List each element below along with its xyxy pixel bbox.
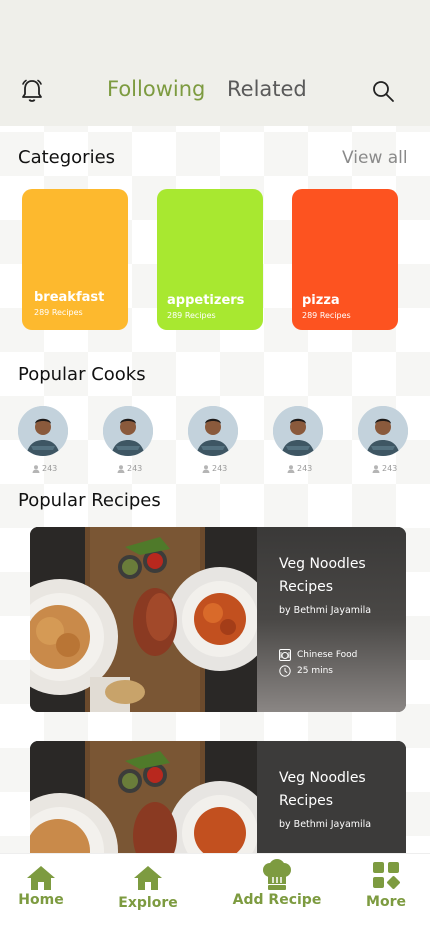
- bell-icon[interactable]: [20, 78, 44, 104]
- recipe-info-panel: Veg Noodles Recipes by Bethmi Jayamila C…: [257, 527, 406, 712]
- home-icon: [134, 866, 162, 890]
- popular-cooks-title: Popular Cooks: [18, 364, 146, 385]
- recipe-photo: [30, 527, 257, 712]
- category-name: appetizers: [167, 293, 245, 308]
- cook-avatar-item[interactable]: 243: [18, 406, 68, 473]
- recipe-photo: [30, 741, 257, 853]
- avatar: [358, 406, 408, 456]
- cook-follower-count-value: 243: [382, 464, 398, 473]
- recipe-card[interactable]: Veg Noodles Recipes by Bethmi Jayamila C…: [30, 527, 406, 712]
- cook-avatar-item[interactable]: 243: [273, 406, 323, 473]
- recipe-author: by Bethmi Jayamila: [279, 605, 372, 616]
- recipe-title: Veg Noodles Recipes: [279, 770, 366, 809]
- nav-more-label: More: [366, 894, 406, 910]
- user-icon: [287, 464, 295, 473]
- bottom-nav: Home Explore Add Recipe More: [0, 853, 430, 932]
- category-card-pizza[interactable]: pizza 289 Recipes: [292, 189, 398, 330]
- chef-hat-icon: [263, 859, 291, 890]
- cook-avatar-item[interactable]: 243: [358, 406, 408, 473]
- tab-related[interactable]: Related: [227, 77, 307, 101]
- category-name: pizza: [302, 293, 340, 308]
- cook-follower-count-value: 243: [297, 464, 313, 473]
- nav-explore[interactable]: Explore: [116, 864, 180, 911]
- nav-more[interactable]: More: [364, 861, 408, 910]
- popular-recipes-title: Popular Recipes: [18, 490, 161, 511]
- clock-icon: [279, 665, 291, 677]
- avatar: [188, 406, 238, 456]
- person-photo: [358, 406, 408, 456]
- cook-follower-count: 243: [202, 464, 227, 473]
- recipe-time-label: 25 mins: [297, 666, 333, 676]
- category-count: 289 Recipes: [167, 311, 216, 320]
- cook-follower-count: 243: [32, 464, 57, 473]
- recipe-title: Veg Noodles Recipes: [279, 556, 366, 595]
- person-photo: [18, 406, 68, 456]
- recipe-card[interactable]: Veg Noodles Recipes by Bethmi Jayamila: [30, 741, 406, 853]
- recipe-cuisine: Chinese Food: [279, 649, 357, 661]
- tab-following[interactable]: Following: [107, 77, 205, 101]
- person-photo: [103, 406, 153, 456]
- person-photo: [188, 406, 238, 456]
- nav-add-recipe[interactable]: Add Recipe: [228, 858, 326, 908]
- recipe-time: 25 mins: [279, 665, 333, 677]
- cook-follower-count: 243: [117, 464, 142, 473]
- categories-title: Categories: [18, 147, 116, 168]
- top-header: Following Related: [0, 0, 430, 126]
- dish-icon: [279, 649, 291, 661]
- user-icon: [372, 464, 380, 473]
- category-card-appetizers[interactable]: appetizers 289 Recipes: [157, 189, 263, 330]
- search-icon[interactable]: [371, 79, 395, 103]
- avatar: [18, 406, 68, 456]
- cook-follower-count: 243: [287, 464, 312, 473]
- category-count: 289 Recipes: [302, 311, 351, 320]
- grid-icon: [373, 862, 400, 889]
- user-icon: [202, 464, 210, 473]
- category-card-breakfast[interactable]: breakfast 289 Recipes: [22, 189, 128, 330]
- category-count: 289 Recipes: [34, 308, 83, 317]
- recipe-author: by Bethmi Jayamila: [279, 819, 372, 830]
- nav-explore-label: Explore: [118, 895, 178, 911]
- cook-follower-count-value: 243: [212, 464, 228, 473]
- nav-home-label: Home: [18, 892, 64, 908]
- nav-add-recipe-label: Add Recipe: [232, 892, 322, 908]
- view-all-link[interactable]: View all: [342, 148, 408, 168]
- cook-follower-count: 243: [372, 464, 397, 473]
- person-photo: [273, 406, 323, 456]
- cook-follower-count-value: 243: [127, 464, 143, 473]
- recipe-cuisine-label: Chinese Food: [297, 650, 358, 660]
- user-icon: [117, 464, 125, 473]
- category-name: breakfast: [34, 290, 105, 305]
- cook-follower-count-value: 243: [42, 464, 58, 473]
- avatar: [273, 406, 323, 456]
- avatar: [103, 406, 153, 456]
- cook-avatar-item[interactable]: 243: [103, 406, 153, 473]
- cook-avatar-item[interactable]: 243: [188, 406, 238, 473]
- recipe-info-panel: Veg Noodles Recipes by Bethmi Jayamila: [257, 741, 406, 853]
- nav-home[interactable]: Home: [18, 864, 64, 908]
- home-icon: [27, 866, 55, 890]
- user-icon: [32, 464, 40, 473]
